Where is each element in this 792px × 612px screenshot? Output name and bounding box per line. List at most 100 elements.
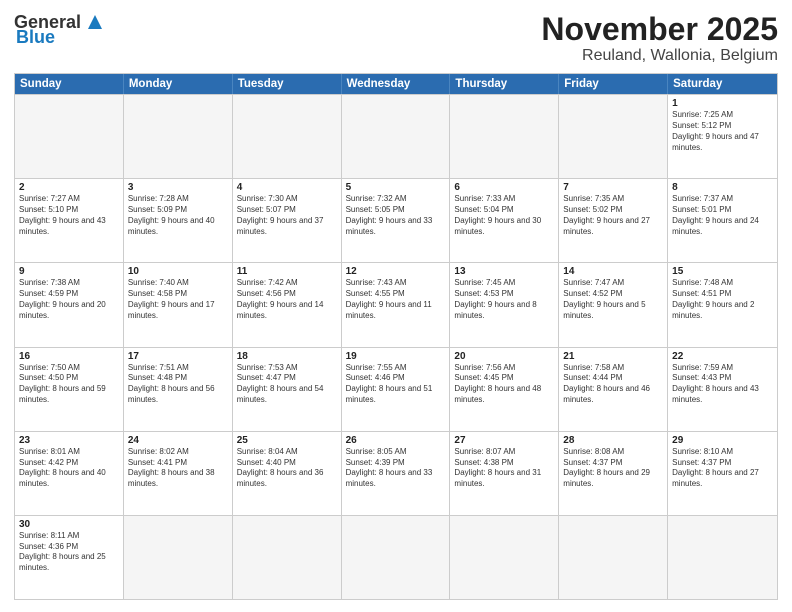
logo-blue-text: Blue: [16, 27, 55, 48]
day-info: Sunrise: 7:30 AMSunset: 5:07 PMDaylight:…: [237, 194, 337, 237]
day-info: Sunrise: 7:48 AMSunset: 4:51 PMDaylight:…: [672, 278, 773, 321]
calendar-cell-2-2: 3Sunrise: 7:28 AMSunset: 5:09 PMDaylight…: [124, 179, 233, 262]
day-info: Sunrise: 7:33 AMSunset: 5:04 PMDaylight:…: [454, 194, 554, 237]
day-number: 10: [128, 266, 228, 277]
calendar-cell-6-6: [559, 516, 668, 599]
calendar-week-5: 23Sunrise: 8:01 AMSunset: 4:42 PMDayligh…: [15, 431, 777, 515]
calendar-week-3: 9Sunrise: 7:38 AMSunset: 4:59 PMDaylight…: [15, 262, 777, 346]
day-info: Sunrise: 7:38 AMSunset: 4:59 PMDaylight:…: [19, 278, 119, 321]
weekday-header-saturday: Saturday: [668, 74, 777, 94]
day-info: Sunrise: 7:25 AMSunset: 5:12 PMDaylight:…: [672, 110, 773, 153]
day-number: 3: [128, 182, 228, 193]
day-number: 20: [454, 351, 554, 362]
calendar-cell-5-1: 23Sunrise: 8:01 AMSunset: 4:42 PMDayligh…: [15, 432, 124, 515]
calendar-cell-3-2: 10Sunrise: 7:40 AMSunset: 4:58 PMDayligh…: [124, 263, 233, 346]
day-info: Sunrise: 7:42 AMSunset: 4:56 PMDaylight:…: [237, 278, 337, 321]
calendar-week-4: 16Sunrise: 7:50 AMSunset: 4:50 PMDayligh…: [15, 347, 777, 431]
day-number: 5: [346, 182, 446, 193]
day-number: 30: [19, 519, 119, 530]
day-info: Sunrise: 7:51 AMSunset: 4:48 PMDaylight:…: [128, 363, 228, 406]
day-info: Sunrise: 7:27 AMSunset: 5:10 PMDaylight:…: [19, 194, 119, 237]
day-number: 11: [237, 266, 337, 277]
calendar-cell-4-6: 21Sunrise: 7:58 AMSunset: 4:44 PMDayligh…: [559, 348, 668, 431]
title-block: November 2025 Reuland, Wallonia, Belgium: [541, 12, 778, 65]
calendar-cell-1-3: [233, 95, 342, 178]
calendar-cell-1-2: [124, 95, 233, 178]
day-number: 28: [563, 435, 663, 446]
day-number: 26: [346, 435, 446, 446]
calendar-cell-1-4: [342, 95, 451, 178]
logo-triangle-icon: [84, 11, 106, 33]
day-number: 19: [346, 351, 446, 362]
day-number: 15: [672, 266, 773, 277]
calendar-cell-2-6: 7Sunrise: 7:35 AMSunset: 5:02 PMDaylight…: [559, 179, 668, 262]
weekday-header-tuesday: Tuesday: [233, 74, 342, 94]
calendar-cell-3-7: 15Sunrise: 7:48 AMSunset: 4:51 PMDayligh…: [668, 263, 777, 346]
weekday-header-thursday: Thursday: [450, 74, 559, 94]
calendar-cell-3-4: 12Sunrise: 7:43 AMSunset: 4:55 PMDayligh…: [342, 263, 451, 346]
weekday-header-wednesday: Wednesday: [342, 74, 451, 94]
day-info: Sunrise: 7:55 AMSunset: 4:46 PMDaylight:…: [346, 363, 446, 406]
calendar-cell-3-5: 13Sunrise: 7:45 AMSunset: 4:53 PMDayligh…: [450, 263, 559, 346]
day-info: Sunrise: 8:11 AMSunset: 4:36 PMDaylight:…: [19, 531, 119, 574]
day-info: Sunrise: 7:28 AMSunset: 5:09 PMDaylight:…: [128, 194, 228, 237]
calendar-cell-4-1: 16Sunrise: 7:50 AMSunset: 4:50 PMDayligh…: [15, 348, 124, 431]
day-number: 7: [563, 182, 663, 193]
day-number: 4: [237, 182, 337, 193]
day-info: Sunrise: 7:32 AMSunset: 5:05 PMDaylight:…: [346, 194, 446, 237]
calendar-cell-6-5: [450, 516, 559, 599]
weekday-header-monday: Monday: [124, 74, 233, 94]
day-number: 8: [672, 182, 773, 193]
day-number: 14: [563, 266, 663, 277]
day-info: Sunrise: 7:37 AMSunset: 5:01 PMDaylight:…: [672, 194, 773, 237]
calendar-cell-6-4: [342, 516, 451, 599]
calendar-cell-2-4: 5Sunrise: 7:32 AMSunset: 5:05 PMDaylight…: [342, 179, 451, 262]
calendar-body: 1Sunrise: 7:25 AMSunset: 5:12 PMDaylight…: [15, 94, 777, 599]
location-title: Reuland, Wallonia, Belgium: [541, 47, 778, 65]
calendar-cell-6-7: [668, 516, 777, 599]
calendar-cell-5-6: 28Sunrise: 8:08 AMSunset: 4:37 PMDayligh…: [559, 432, 668, 515]
calendar-cell-1-1: [15, 95, 124, 178]
calendar-cell-2-3: 4Sunrise: 7:30 AMSunset: 5:07 PMDaylight…: [233, 179, 342, 262]
calendar-cell-5-7: 29Sunrise: 8:10 AMSunset: 4:37 PMDayligh…: [668, 432, 777, 515]
day-number: 25: [237, 435, 337, 446]
day-info: Sunrise: 7:59 AMSunset: 4:43 PMDaylight:…: [672, 363, 773, 406]
weekday-header-friday: Friday: [559, 74, 668, 94]
calendar-cell-1-6: [559, 95, 668, 178]
weekday-header-sunday: Sunday: [15, 74, 124, 94]
day-number: 9: [19, 266, 119, 277]
day-number: 23: [19, 435, 119, 446]
calendar-cell-3-1: 9Sunrise: 7:38 AMSunset: 4:59 PMDaylight…: [15, 263, 124, 346]
calendar-cell-4-7: 22Sunrise: 7:59 AMSunset: 4:43 PMDayligh…: [668, 348, 777, 431]
day-info: Sunrise: 8:08 AMSunset: 4:37 PMDaylight:…: [563, 447, 663, 490]
day-number: 16: [19, 351, 119, 362]
day-number: 18: [237, 351, 337, 362]
calendar-cell-5-4: 26Sunrise: 8:05 AMSunset: 4:39 PMDayligh…: [342, 432, 451, 515]
day-number: 6: [454, 182, 554, 193]
calendar-cell-4-3: 18Sunrise: 7:53 AMSunset: 4:47 PMDayligh…: [233, 348, 342, 431]
day-number: 17: [128, 351, 228, 362]
day-number: 29: [672, 435, 773, 446]
calendar-header: SundayMondayTuesdayWednesdayThursdayFrid…: [15, 74, 777, 94]
day-info: Sunrise: 8:05 AMSunset: 4:39 PMDaylight:…: [346, 447, 446, 490]
calendar-cell-1-5: [450, 95, 559, 178]
calendar-cell-4-5: 20Sunrise: 7:56 AMSunset: 4:45 PMDayligh…: [450, 348, 559, 431]
day-info: Sunrise: 7:45 AMSunset: 4:53 PMDaylight:…: [454, 278, 554, 321]
day-number: 22: [672, 351, 773, 362]
calendar-week-6: 30Sunrise: 8:11 AMSunset: 4:36 PMDayligh…: [15, 515, 777, 599]
header: General Blue November 2025 Reuland, Wall…: [14, 12, 778, 65]
day-number: 2: [19, 182, 119, 193]
day-info: Sunrise: 8:04 AMSunset: 4:40 PMDaylight:…: [237, 447, 337, 490]
calendar-week-1: 1Sunrise: 7:25 AMSunset: 5:12 PMDaylight…: [15, 94, 777, 178]
calendar-cell-3-6: 14Sunrise: 7:47 AMSunset: 4:52 PMDayligh…: [559, 263, 668, 346]
day-number: 1: [672, 98, 773, 109]
day-info: Sunrise: 7:47 AMSunset: 4:52 PMDaylight:…: [563, 278, 663, 321]
month-title: November 2025: [541, 12, 778, 47]
calendar-cell-5-3: 25Sunrise: 8:04 AMSunset: 4:40 PMDayligh…: [233, 432, 342, 515]
calendar-cell-2-5: 6Sunrise: 7:33 AMSunset: 5:04 PMDaylight…: [450, 179, 559, 262]
day-info: Sunrise: 7:43 AMSunset: 4:55 PMDaylight:…: [346, 278, 446, 321]
page: General Blue November 2025 Reuland, Wall…: [0, 0, 792, 612]
day-info: Sunrise: 8:07 AMSunset: 4:38 PMDaylight:…: [454, 447, 554, 490]
day-info: Sunrise: 8:02 AMSunset: 4:41 PMDaylight:…: [128, 447, 228, 490]
calendar-week-2: 2Sunrise: 7:27 AMSunset: 5:10 PMDaylight…: [15, 178, 777, 262]
